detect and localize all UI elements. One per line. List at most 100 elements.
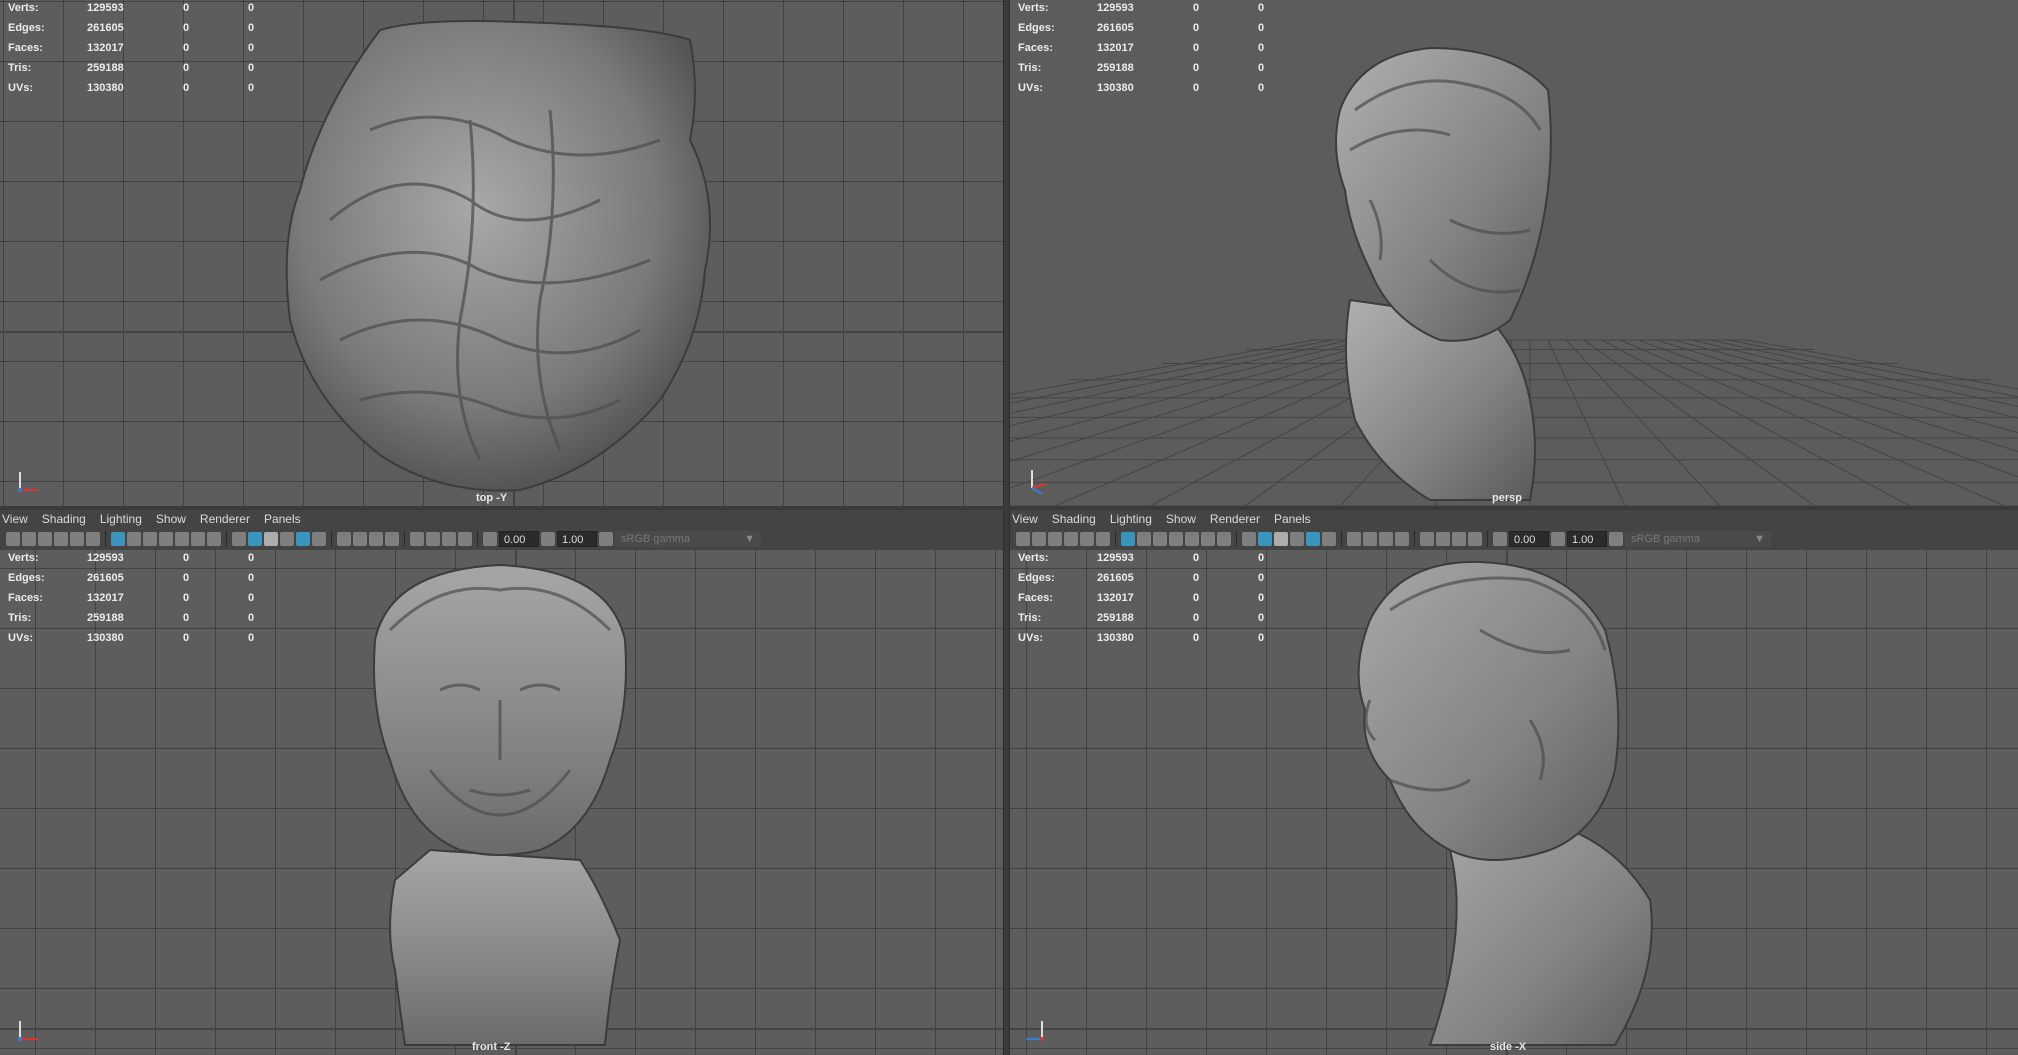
bust-model-front[interactable] xyxy=(0,550,1003,1055)
lights-icon[interactable] xyxy=(1322,532,1336,546)
hud-value: 0 xyxy=(248,42,255,54)
shadows-icon[interactable] xyxy=(337,532,351,546)
view-transform-dropdown[interactable]: sRGB gamma ▼ xyxy=(1625,531,1771,547)
bust-model-side[interactable] xyxy=(1010,550,2018,1055)
bust-model-top[interactable] xyxy=(0,0,1003,506)
ambient-occlusion-icon[interactable] xyxy=(353,532,367,546)
hud-value: 0 xyxy=(183,42,190,54)
xray-icon[interactable] xyxy=(426,532,440,546)
wireframe-on-shaded-icon[interactable] xyxy=(1290,532,1304,546)
gamma-field[interactable]: 1.00 xyxy=(1567,531,1607,547)
exposure-field[interactable]: 0.00 xyxy=(499,531,539,547)
bust-model-persp[interactable] xyxy=(1010,0,2018,506)
grease-pencil-icon[interactable] xyxy=(86,532,100,546)
menu-view[interactable]: View xyxy=(1012,512,1038,526)
menu-lighting[interactable]: Lighting xyxy=(1110,512,1152,526)
color-management-icon[interactable] xyxy=(1609,532,1623,546)
hud-value: 0 xyxy=(1258,632,1265,644)
hud-value: 0 xyxy=(183,592,190,604)
xray-components-icon[interactable] xyxy=(458,532,472,546)
menu-lighting[interactable]: Lighting xyxy=(100,512,142,526)
ambient-occlusion-icon[interactable] xyxy=(1363,532,1377,546)
view-axis-icon xyxy=(18,472,38,492)
vertical-splitter[interactable] xyxy=(1003,0,1010,1055)
safe-action-icon[interactable] xyxy=(191,532,205,546)
hud-label: Faces: xyxy=(1018,592,1053,604)
menu-show[interactable]: Show xyxy=(156,512,186,526)
view-axis-icon xyxy=(18,1021,38,1041)
menu-view[interactable]: View xyxy=(2,512,28,526)
viewport-front[interactable]: Verts: 129593 0 0 Edges: 261605 0 0 Faces: 1320… xyxy=(0,550,1003,1055)
safe-action-icon[interactable] xyxy=(1201,532,1215,546)
resolution-gate-icon[interactable] xyxy=(1153,532,1167,546)
exposure-icon[interactable] xyxy=(1493,532,1507,546)
resolution-gate-icon[interactable] xyxy=(143,532,157,546)
film-gate-icon[interactable] xyxy=(1137,532,1151,546)
grid-toggle-icon[interactable] xyxy=(1121,532,1135,546)
default-material-icon[interactable] xyxy=(1274,532,1288,546)
smooth-shade-icon[interactable] xyxy=(1258,532,1272,546)
default-material-icon[interactable] xyxy=(264,532,278,546)
gamma-icon[interactable] xyxy=(541,532,555,546)
wireframe-on-shaded-icon[interactable] xyxy=(280,532,294,546)
hud-value: 0 xyxy=(1193,82,1200,94)
hud-value: 0 xyxy=(183,572,190,584)
image-plane-icon[interactable] xyxy=(54,532,68,546)
gamma-icon[interactable] xyxy=(1551,532,1565,546)
2d-pan-zoom-icon[interactable] xyxy=(1080,532,1094,546)
film-gate-icon[interactable] xyxy=(127,532,141,546)
hud-value: 0 xyxy=(183,612,190,624)
shadows-icon[interactable] xyxy=(1347,532,1361,546)
viewport-persp[interactable]: Verts: 129593 0 0 Edges: 261605 0 0 Faces: 1320… xyxy=(1010,0,2018,506)
safe-title-icon[interactable] xyxy=(1217,532,1231,546)
textured-icon[interactable] xyxy=(296,532,310,546)
motion-blur-icon[interactable] xyxy=(1379,532,1393,546)
color-management-icon[interactable] xyxy=(599,532,613,546)
view-transform-dropdown[interactable]: sRGB gamma ▼ xyxy=(615,531,761,547)
select-camera-icon[interactable] xyxy=(1016,532,1030,546)
isolate-select-icon[interactable] xyxy=(410,532,424,546)
bookmark-icon[interactable] xyxy=(38,532,52,546)
menu-shading[interactable]: Shading xyxy=(42,512,86,526)
smooth-shade-icon[interactable] xyxy=(248,532,262,546)
select-camera-icon[interactable] xyxy=(6,532,20,546)
menu-renderer[interactable]: Renderer xyxy=(1210,512,1260,526)
textured-icon[interactable] xyxy=(1306,532,1320,546)
image-plane-icon[interactable] xyxy=(1064,532,1078,546)
isolate-select-icon[interactable] xyxy=(1420,532,1434,546)
viewport-top[interactable]: Verts: 129593 0 0 Edges: 261605 0 0 Faces: 1320… xyxy=(0,0,1003,506)
hud-label: UVs: xyxy=(8,632,34,644)
hud-value: 261605 xyxy=(1097,572,1134,584)
wireframe-icon[interactable] xyxy=(232,532,246,546)
camera-attributes-icon[interactable] xyxy=(22,532,36,546)
menu-show[interactable]: Show xyxy=(1166,512,1196,526)
menu-shading[interactable]: Shading xyxy=(1052,512,1096,526)
gate-mask-icon[interactable] xyxy=(159,532,173,546)
field-chart-icon[interactable] xyxy=(1185,532,1199,546)
grease-pencil-icon[interactable] xyxy=(1096,532,1110,546)
anti-aliasing-icon[interactable] xyxy=(1395,532,1409,546)
xray-joints-icon[interactable] xyxy=(442,532,456,546)
exposure-icon[interactable] xyxy=(483,532,497,546)
menu-panels[interactable]: Panels xyxy=(264,512,301,526)
viewport-side[interactable]: Verts: 129593 0 0 Edges: 261605 0 0 Faces: 1320… xyxy=(1010,550,2018,1055)
xray-joints-icon[interactable] xyxy=(1452,532,1466,546)
menu-renderer[interactable]: Renderer xyxy=(200,512,250,526)
wireframe-icon[interactable] xyxy=(1242,532,1256,546)
hud-value: 0 xyxy=(1258,42,1265,54)
gamma-field[interactable]: 1.00 xyxy=(557,531,597,547)
xray-icon[interactable] xyxy=(1436,532,1450,546)
menu-panels[interactable]: Panels xyxy=(1274,512,1311,526)
bookmark-icon[interactable] xyxy=(1048,532,1062,546)
grid-toggle-icon[interactable] xyxy=(111,532,125,546)
2d-pan-zoom-icon[interactable] xyxy=(70,532,84,546)
field-chart-icon[interactable] xyxy=(175,532,189,546)
motion-blur-icon[interactable] xyxy=(369,532,383,546)
anti-aliasing-icon[interactable] xyxy=(385,532,399,546)
exposure-field[interactable]: 0.00 xyxy=(1509,531,1549,547)
xray-components-icon[interactable] xyxy=(1468,532,1482,546)
lights-icon[interactable] xyxy=(312,532,326,546)
safe-title-icon[interactable] xyxy=(207,532,221,546)
gate-mask-icon[interactable] xyxy=(1169,532,1183,546)
camera-attributes-icon[interactable] xyxy=(1032,532,1046,546)
